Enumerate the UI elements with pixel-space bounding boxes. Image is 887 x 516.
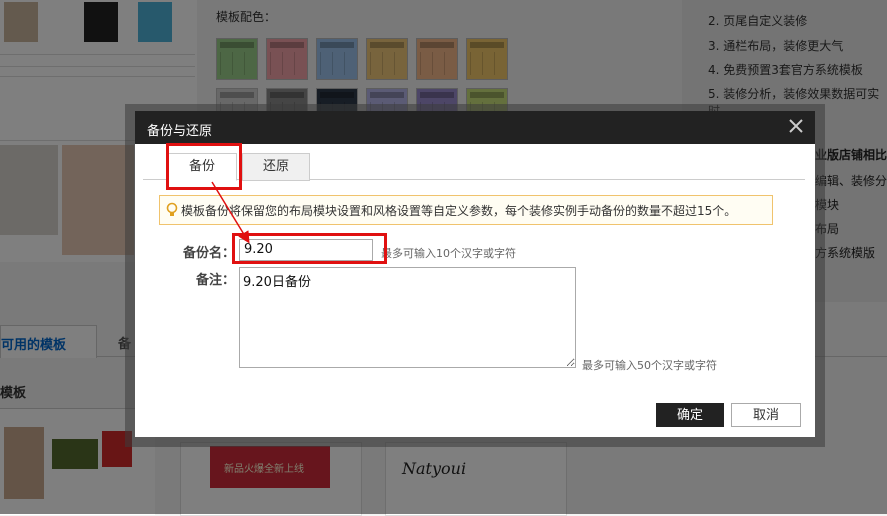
backup-name-hint: 最多可输入10个汉字或字符 <box>381 247 516 260</box>
tab-restore[interactable]: 还原 <box>242 153 310 181</box>
cancel-button[interactable]: 取消 <box>731 403 801 427</box>
backup-name-label: 备份名： <box>182 246 235 261</box>
dialog-header: 备份与还原 <box>135 111 815 144</box>
dialog-tabs: 备份 还原 <box>143 153 805 181</box>
tab-backup[interactable]: 备份 <box>167 153 237 181</box>
notice-box: 模板备份将保留您的布局模块设置和风格设置等自定义参数，每个装修实例手动备份的数量… <box>159 195 773 225</box>
backup-name-input[interactable] <box>239 239 373 261</box>
notice-text: 模板备份将保留您的布局模块设置和风格设置等自定义参数，每个装修实例手动备份的数量… <box>181 204 737 218</box>
lightbulb-icon <box>166 202 178 216</box>
confirm-button[interactable]: 确定 <box>656 403 724 427</box>
dialog-title: 备份与还原 <box>147 124 213 139</box>
note-label: 备注： <box>195 273 235 288</box>
close-icon[interactable] <box>785 115 807 137</box>
note-hint: 最多可输入50个汉字或字符 <box>582 359 717 372</box>
backup-restore-dialog: 备份与还原 备份 还原 模板备份将保留您的布局模块设置和风格设置等自定义参数，每… <box>135 111 815 437</box>
note-textarea[interactable]: 9.20日备份 <box>239 267 576 368</box>
